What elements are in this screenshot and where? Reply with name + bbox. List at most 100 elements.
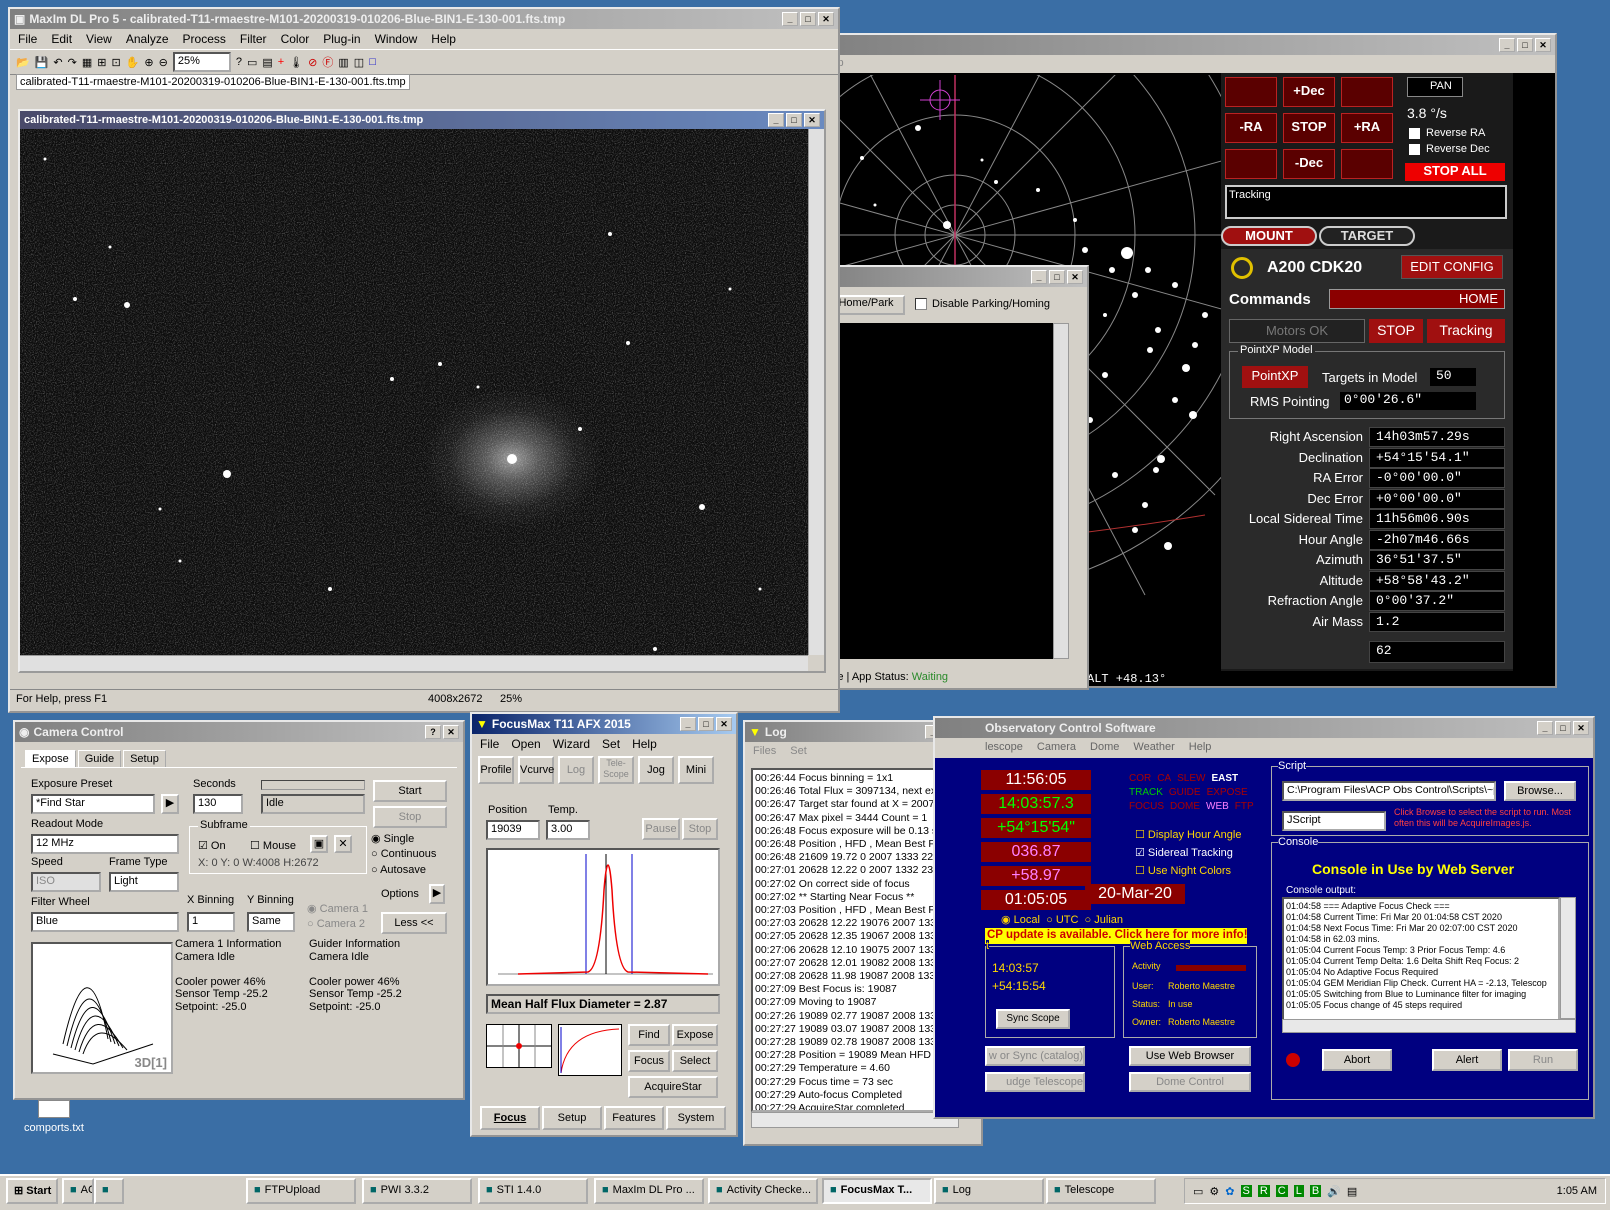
x-binning-select[interactable]: 1 [187, 912, 235, 932]
focus-button[interactable]: Focus [628, 1050, 670, 1072]
log-hscroll[interactable] [751, 1112, 959, 1128]
menu-file[interactable]: File [18, 32, 37, 46]
star-3d-plot[interactable]: 3D[1] [31, 942, 173, 1074]
filter-icon[interactable]: Ⓕ [322, 54, 333, 70]
display-ha-checkbox[interactable]: ☐ Display Hour Angle [1135, 828, 1241, 841]
tracking-button[interactable]: Tracking [1427, 319, 1505, 343]
fm-tab-setup[interactable]: Setup [542, 1106, 602, 1130]
fm-tool-telescope[interactable]: Tele- Scope [598, 756, 634, 784]
y-binning-select[interactable]: Same [247, 912, 295, 932]
script-path-input[interactable]: C:\Program Files\ACP Obs Control\Scripts… [1282, 781, 1496, 801]
fm-menu-wizard[interactable]: Wizard [553, 737, 590, 751]
taskbar-item[interactable]: ■ MaxIm DL Pro ... [594, 1178, 704, 1204]
less-button[interactable]: Less << [381, 912, 447, 934]
frame-type-select[interactable]: Light [109, 872, 179, 892]
console-output[interactable]: 01:04:58 === Adaptive Focus Check === 01:… [1282, 897, 1560, 1027]
fm-menu-open[interactable]: Open [511, 737, 540, 751]
tab-expose[interactable]: Expose [25, 750, 76, 767]
tray-c-icon[interactable]: C [1275, 1185, 1288, 1197]
zoom-in-icon[interactable]: ⊕ [144, 56, 153, 69]
maximize-icon[interactable]: □ [800, 12, 816, 26]
desktop-file-icon[interactable]: comports.txt [14, 1100, 94, 1134]
image-icon[interactable]: ▦ [82, 56, 92, 69]
pause-button[interactable]: Pause [642, 818, 680, 840]
disable-parking-checkbox[interactable]: Disable Parking/Homing [915, 298, 1050, 311]
close-icon[interactable]: ✕ [1067, 270, 1083, 284]
abort-button[interactable]: Abort [1322, 1049, 1392, 1071]
close-icon[interactable]: ✕ [443, 725, 459, 739]
stop-all-button[interactable]: STOP ALL [1405, 163, 1505, 181]
taskbar-item[interactable]: ■ PWI 3.3.2 [362, 1178, 472, 1204]
tab-mount[interactable]: MOUNT [1221, 226, 1317, 246]
expose-button[interactable]: Expose [672, 1024, 718, 1046]
subframe-clear-icon[interactable]: ✕ [334, 835, 352, 853]
ruler-icon[interactable]: ▭ [247, 56, 257, 69]
filter-select[interactable]: Blue [31, 912, 179, 932]
image-hscroll[interactable] [20, 655, 808, 671]
subframe-on-checkbox[interactable]: ☑ On [198, 839, 226, 852]
dir-ne-button[interactable] [1341, 77, 1393, 107]
menu-analyze[interactable]: Analyze [126, 32, 169, 46]
observatory-icon[interactable]: ⊘ [308, 56, 317, 69]
menu-color[interactable]: Color [281, 32, 310, 46]
tray-l-icon[interactable]: L [1293, 1185, 1304, 1197]
slew-catalog-button[interactable]: w or Sync (catalog) [985, 1046, 1085, 1066]
fm-menu-file[interactable]: File [480, 737, 499, 751]
dec-plus-button[interactable]: +Dec [1283, 77, 1335, 107]
tab-setup[interactable]: Setup [123, 750, 166, 767]
seconds-input[interactable]: 130 [193, 794, 243, 814]
browse-button[interactable]: Browse... [1504, 781, 1576, 801]
readout-select[interactable]: 12 MHz [31, 834, 179, 854]
acp-menu-lescope[interactable]: lescope [985, 741, 1023, 755]
minimize-icon[interactable]: _ [768, 113, 784, 127]
dome-control-button[interactable]: Dome Control [1129, 1072, 1251, 1092]
image-tab[interactable]: calibrated-T11-rmaestre-M101-20200319-01… [16, 74, 410, 90]
menu-filter[interactable]: Filter [240, 32, 267, 46]
close-icon[interactable]: ✕ [1573, 721, 1589, 735]
minimize-icon[interactable]: _ [1031, 270, 1047, 284]
subframe-select-icon[interactable]: ▣ [310, 835, 328, 853]
tab-guide[interactable]: Guide [77, 750, 122, 767]
dir-se-button[interactable] [1341, 149, 1393, 179]
menu-window[interactable]: Window [375, 32, 418, 46]
minimize-icon[interactable]: _ [1499, 38, 1515, 52]
script-language-select[interactable]: JScript [1282, 811, 1386, 831]
start-button[interactable]: Start [373, 780, 447, 802]
tray-s-icon[interactable]: S [1240, 1185, 1252, 1197]
sidereal-checkbox[interactable]: ☑ Sidereal Tracking [1135, 846, 1233, 859]
acp-menu-help[interactable]: Help [1189, 741, 1212, 755]
continuous-radio[interactable]: ○ Continuous [371, 848, 436, 860]
find-button[interactable]: Find [628, 1024, 670, 1046]
edit-config-button[interactable]: EDIT CONFIG [1401, 255, 1503, 279]
taskbar-item[interactable]: ■ Activity Checke... [708, 1178, 818, 1204]
log-menu-set[interactable]: Set [790, 745, 807, 759]
fm-tool-profile[interactable]: Profile [478, 756, 514, 784]
start-button[interactable]: ⊞ Start [6, 1178, 58, 1204]
hand-icon[interactable]: ✋ [126, 56, 140, 69]
acquire-star-button[interactable]: AcquireStar [628, 1076, 718, 1098]
night-colors-checkbox[interactable]: ☐ Use Night Colors [1135, 864, 1231, 877]
minimize-icon[interactable]: _ [680, 717, 696, 731]
tray-r-icon[interactable]: R [1257, 1185, 1270, 1197]
run-button[interactable]: Run [1508, 1049, 1578, 1071]
acp-menu-dome[interactable]: Dome [1090, 741, 1119, 755]
console-hscroll[interactable] [1282, 1019, 1576, 1033]
camera2-radio[interactable]: ○ Camera 2 [307, 918, 365, 930]
menu-help[interactable]: Help [431, 32, 456, 46]
chart-icon[interactable]: ▥ [338, 56, 348, 69]
reverse-dec-checkbox[interactable]: Reverse Dec [1409, 143, 1490, 155]
console-vscroll[interactable] [1560, 897, 1576, 1019]
crosshair-icon[interactable]: + [278, 56, 284, 68]
taskbar-item[interactable]: ■ [94, 1178, 124, 1204]
fm-menu-help[interactable]: Help [632, 737, 657, 751]
single-radio[interactable]: ◉ Single [371, 832, 414, 845]
menu-view[interactable]: View [86, 32, 112, 46]
pointxp-button[interactable]: PointXP [1242, 366, 1308, 388]
nudge-telescope-button[interactable]: udge Telescope [985, 1072, 1085, 1092]
menu-process[interactable]: Process [183, 32, 226, 46]
maximize-icon[interactable]: □ [1049, 270, 1065, 284]
sync-scope-button[interactable]: Sync Scope [996, 1009, 1070, 1029]
taskbar-item[interactable]: ■ STI 1.4.0 [478, 1178, 588, 1204]
fm-stop-button[interactable]: Stop [682, 818, 718, 840]
fm-tool-vcurve[interactable]: Vcurve [518, 756, 554, 784]
